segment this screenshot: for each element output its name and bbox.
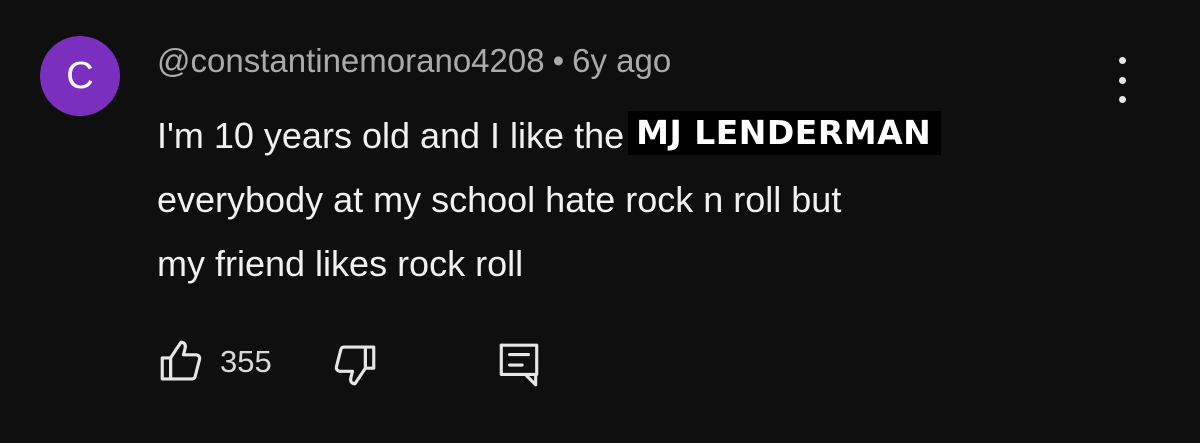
like-count: 355: [220, 344, 272, 379]
comment-line-2: everybody at my school hate rock n roll …: [157, 179, 842, 220]
thumbs-down-icon: [334, 345, 376, 386]
reply-comment-icon: [499, 343, 539, 387]
username[interactable]: @constantinemorano4208: [157, 42, 545, 79]
like-button[interactable]: [156, 336, 206, 391]
comment-age[interactable]: 6y ago: [572, 42, 671, 79]
comment-header: @constantinemorano4208 • 6y ago: [157, 42, 671, 80]
thumbs-up-icon: [160, 340, 202, 381]
avatar[interactable]: C: [40, 36, 120, 116]
avatar-letter: C: [66, 54, 94, 97]
comment-line-1: I'm 10 years old and I like the MJ LENDER…: [157, 104, 1117, 168]
comment-line-1-text: I'm 10 years old and I like the: [157, 115, 625, 156]
more-vertical-icon[interactable]: [1104, 57, 1140, 103]
overlay-label: MJ LENDERMAN: [628, 111, 942, 155]
menu-dot: [1118, 96, 1126, 103]
comment-line-3: my friend likes rock roll: [157, 243, 524, 284]
meta-separator: •: [552, 42, 565, 79]
dislike-button[interactable]: [330, 340, 380, 395]
comment-card: C @constantinemorano4208 • 6y ago I'm 10 y…: [0, 0, 1200, 443]
menu-dot: [1118, 57, 1126, 64]
menu-dot: [1118, 76, 1126, 84]
comment-text: I'm 10 years old and I like the MJ LENDER…: [157, 104, 1117, 296]
reply-button[interactable]: [496, 340, 542, 395]
